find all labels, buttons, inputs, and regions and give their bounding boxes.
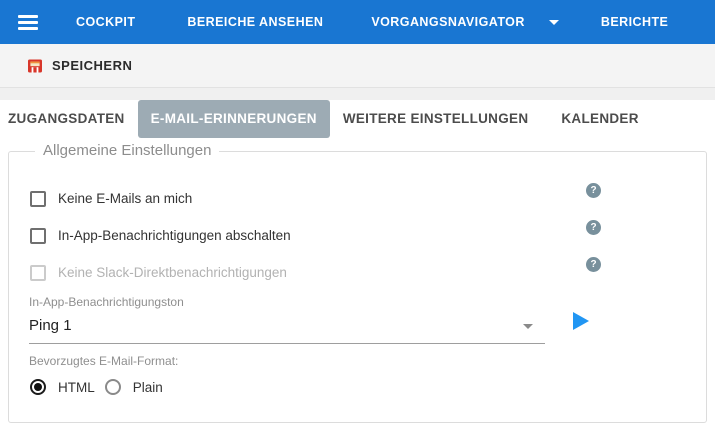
nav-item-cockpit[interactable]: COCKPIT	[76, 15, 135, 29]
html-radio-label: HTML	[58, 380, 95, 395]
tab-kalender[interactable]: KALENDER	[548, 100, 651, 138]
checkbox-label: Keine E-Mails an mich	[58, 191, 192, 206]
general-settings-fieldset: Allgemeine Einstellungen Keine E-Mails a…	[8, 151, 707, 423]
tab-weitere-einstellungen[interactable]: WEITERE EINSTELLUNGEN	[330, 100, 542, 138]
play-sound-button[interactable]	[573, 312, 589, 330]
chevron-down-icon[interactable]	[549, 20, 559, 25]
checkbox-label: Keine Slack-Direktbenachrichtigungen	[58, 265, 287, 280]
save-icon	[27, 58, 43, 74]
navbar-items: COCKPIT BEREICHE ANSEHEN VORGANGSNAVIGAT…	[76, 15, 715, 29]
save-button[interactable]: SPEICHERN	[27, 58, 132, 74]
checkbox-row-inapp-off: In-App-Benachrichtigungen abschalten ?	[29, 217, 686, 254]
notification-sound-label: In-App-Benachrichtigungston	[29, 295, 686, 309]
top-navbar: COCKPIT BEREICHE ANSEHEN VORGANGSNAVIGAT…	[0, 0, 715, 44]
email-format-label: Bevorzugtes E-Mail-Format:	[29, 354, 686, 368]
chevron-down-icon	[523, 324, 533, 329]
checkbox-label: In-App-Benachrichtigungen abschalten	[58, 228, 291, 243]
tab-email-erinnerungen[interactable]: E-MAIL-ERINNERUNGEN	[138, 100, 330, 138]
settings-page: ZUGANGSDATEN E-MAIL-ERINNERUNGEN WEITERE…	[0, 100, 715, 433]
plain-radio-label: Plain	[133, 380, 163, 395]
email-format-group: Bevorzugtes E-Mail-Format: HTML Plain	[29, 354, 686, 395]
inapp-notifications-off-checkbox[interactable]	[30, 228, 46, 244]
email-format-options: HTML Plain	[29, 379, 686, 395]
action-toolbar: SPEICHERN	[0, 44, 715, 88]
plain-radio[interactable]	[105, 379, 121, 395]
save-button-label: SPEICHERN	[52, 58, 132, 73]
menu-icon[interactable]	[18, 15, 38, 30]
fieldset-legend: Allgemeine Einstellungen	[35, 142, 219, 159]
notification-sound-value: Ping 1	[29, 317, 72, 334]
checkbox-row-no-slack: Keine Slack-Direktbenachrichtigungen ?	[29, 254, 686, 291]
checkbox-row-no-emails: Keine E-Mails an mich ?	[29, 180, 686, 217]
help-icon[interactable]: ?	[586, 257, 601, 272]
no-emails-checkbox[interactable]	[30, 191, 46, 207]
nav-item-bereiche-ansehen[interactable]: BEREICHE ANSEHEN	[187, 15, 323, 29]
html-radio[interactable]	[30, 379, 46, 395]
settings-tabs: ZUGANGSDATEN E-MAIL-ERINNERUNGEN WEITERE…	[0, 100, 715, 138]
notification-sound-select[interactable]: Ping 1	[29, 311, 545, 344]
notification-sound-group: In-App-Benachrichtigungston Ping 1	[29, 295, 686, 344]
no-slack-notifications-checkbox	[30, 265, 46, 281]
nav-item-berichte[interactable]: BERICHTE	[601, 15, 669, 29]
tab-zugangsdaten[interactable]: ZUGANGSDATEN	[0, 100, 138, 138]
nav-item-label: VORGANGSNAVIGATOR	[371, 15, 525, 29]
help-icon[interactable]: ?	[586, 183, 601, 198]
help-icon[interactable]: ?	[586, 220, 601, 235]
nav-item-vorgangsnavigator[interactable]: VORGANGSNAVIGATOR	[371, 15, 559, 29]
